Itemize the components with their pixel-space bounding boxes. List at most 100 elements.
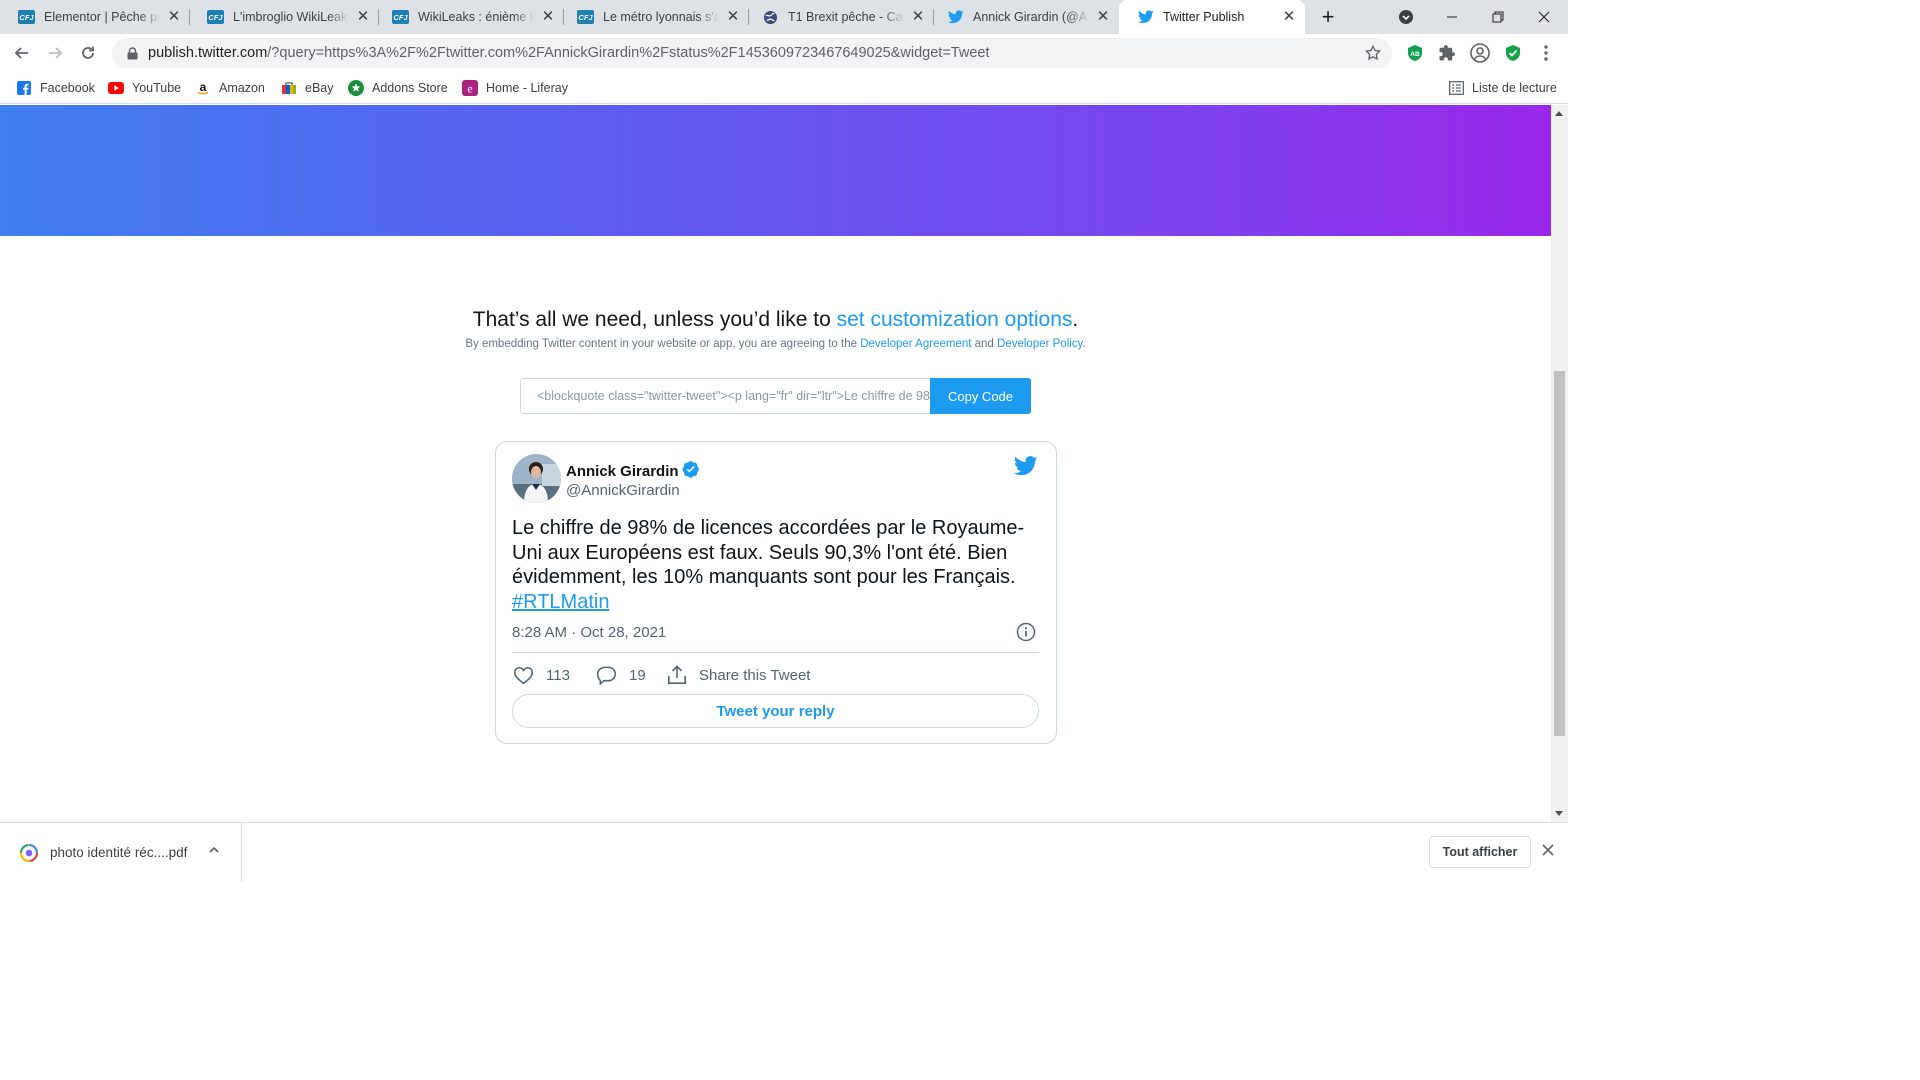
close-tab-icon[interactable]: ✕: [540, 9, 556, 25]
scroll-down-arrow-icon[interactable]: [1555, 811, 1563, 816]
pdf-file-icon: [20, 843, 38, 862]
close-tab-icon[interactable]: ✕: [1095, 9, 1111, 25]
author-handle[interactable]: @AnnickGirardin: [566, 482, 680, 499]
tab-metro[interactable]: CFJ Le métro lyonnais s'accroche ✕: [559, 0, 749, 34]
page-scrollbar[interactable]: [1551, 105, 1568, 822]
tweet-text: Le chiffre de 98% de licences accordées …: [512, 516, 1042, 614]
shield-extension-icon[interactable]: [1503, 43, 1523, 63]
reload-button[interactable]: [74, 39, 102, 67]
twitter-icon: [947, 10, 964, 25]
addons-icon: [348, 80, 364, 96]
restore-icon: [1492, 11, 1504, 23]
bookmark-amazon[interactable]: a Amazon: [195, 78, 265, 98]
close-window-button[interactable]: [1521, 0, 1567, 34]
bookmark-home-liferay[interactable]: e Home - Liferay: [462, 78, 568, 98]
tab-title: Annick Girardin (@AnnickGirardin): [973, 10, 1089, 24]
tweet-divider: [512, 652, 1039, 653]
download-file-name: photo identité réc....pdf: [50, 845, 188, 860]
close-tab-icon[interactable]: ✕: [166, 9, 182, 25]
customization-options-link[interactable]: set customization options: [837, 308, 1073, 331]
cfj-icon: CFJ: [392, 10, 409, 25]
tweet-card[interactable]: Annick Girardin @AnnickGirardin Le chiff…: [495, 441, 1057, 744]
minimize-button[interactable]: [1429, 0, 1475, 34]
youtube-icon: [108, 80, 124, 96]
hashtag-link[interactable]: #RTLMatin: [512, 590, 1042, 615]
verified-badge-icon: [681, 460, 700, 482]
tab-strip: CFJ Elementor | Pêche post-Brexit : la F…: [0, 0, 1568, 34]
tab-brexit-capture[interactable]: T1 Brexit pêche - Capture ✕: [744, 0, 934, 34]
developer-policy-link[interactable]: Developer Policy: [997, 338, 1082, 350]
liferay-icon: e: [462, 80, 478, 96]
tab-search-button[interactable]: [1383, 0, 1429, 34]
reply-count-button[interactable]: 19: [596, 665, 646, 685]
reload-icon: [82, 46, 94, 59]
tab-wikileaks[interactable]: CFJ WikiLeaks : énième tentative ✕: [374, 0, 564, 34]
avatar[interactable]: [512, 454, 561, 503]
reading-list-icon: [1448, 80, 1464, 96]
tab-title: T1 Brexit pêche - Capture: [788, 10, 904, 24]
tweet-timestamp[interactable]: 8:28 AM · Oct 28, 2021: [512, 624, 666, 641]
bookmark-facebook[interactable]: Facebook: [16, 78, 95, 98]
close-tab-icon[interactable]: ✕: [1281, 9, 1297, 25]
close-tab-icon[interactable]: ✕: [725, 9, 741, 25]
bookmark-addons-store[interactable]: Addons Store: [348, 78, 448, 98]
tab-title: Elementor | Pêche post-Brexit : la Franc…: [44, 10, 160, 24]
minimize-icon: [1447, 16, 1457, 18]
copy-code-button[interactable]: Copy Code: [930, 378, 1031, 414]
tab-imbroglio[interactable]: CFJ L'imbroglio WikiLeaks ✕: [189, 0, 379, 34]
close-tab-icon[interactable]: ✕: [910, 9, 926, 25]
scroll-up-arrow-icon[interactable]: [1555, 111, 1563, 116]
profile-avatar-icon[interactable]: [1470, 43, 1490, 63]
address-bar[interactable]: publish.twitter.com/?query=https%3A%2F%2…: [112, 38, 1392, 68]
svg-text:AB: AB: [1410, 51, 1420, 58]
developer-agreement-link[interactable]: Developer Agreement: [860, 338, 971, 350]
download-item[interactable]: photo identité réc....pdf: [0, 823, 242, 882]
menu-kebab-icon[interactable]: [1536, 43, 1556, 63]
back-button[interactable]: [8, 39, 36, 67]
twitter-bird-icon[interactable]: [1013, 456, 1038, 481]
bookmark-star-icon[interactable]: [1364, 44, 1382, 67]
bookmark-ebay[interactable]: eBay: [281, 78, 334, 98]
tab-twitter-publish[interactable]: Twitter Publish ✕: [1119, 0, 1305, 34]
comment-icon: [596, 666, 617, 685]
like-count: 113: [546, 666, 570, 684]
tab-title: WikiLeaks : énième tentative: [418, 10, 534, 24]
adblock-extension-icon[interactable]: AB: [1405, 43, 1425, 63]
scroll-thumb[interactable]: [1554, 371, 1565, 736]
author-name[interactable]: Annick Girardin: [566, 460, 700, 482]
cfj-icon: CFJ: [577, 10, 594, 25]
show-all-downloads-button[interactable]: Tout afficher: [1429, 836, 1531, 868]
url-text: publish.twitter.com/?query=https%3A%2F%2…: [148, 45, 990, 61]
forward-button[interactable]: [41, 39, 69, 67]
close-tab-icon[interactable]: ✕: [355, 9, 371, 25]
svg-text:a: a: [200, 81, 207, 94]
chevron-up-icon[interactable]: [208, 844, 220, 856]
embed-code-field[interactable]: [520, 378, 931, 414]
like-button[interactable]: 113: [513, 665, 570, 685]
heart-icon: [513, 666, 534, 685]
hero-banner: [0, 105, 1551, 236]
tab-title: Le métro lyonnais s'accroche: [603, 10, 719, 24]
bookmark-youtube[interactable]: YouTube: [108, 78, 181, 98]
restore-button[interactable]: [1475, 0, 1521, 34]
chevron-down-icon: [1399, 10, 1413, 24]
tweet-your-reply-button[interactable]: Tweet your reply: [512, 694, 1039, 728]
cfj-icon: CFJ: [18, 10, 35, 25]
download-bar: photo identité réc....pdf Tout afficher: [0, 822, 1568, 882]
info-icon[interactable]: [1016, 622, 1036, 647]
lock-icon: [124, 45, 140, 61]
close-icon: [1538, 11, 1550, 23]
share-tweet-button[interactable]: Share this Tweet: [667, 665, 810, 685]
facebook-icon: [16, 80, 32, 96]
page-heading: That’s all we need, unless you’d like to…: [472, 308, 1079, 331]
extensions-puzzle-icon[interactable]: [1437, 43, 1457, 63]
tab-elementor[interactable]: CFJ Elementor | Pêche post-Brexit : la F…: [0, 0, 190, 34]
tab-annick-girardin[interactable]: Annick Girardin (@AnnickGirardin) ✕: [929, 0, 1119, 34]
close-icon[interactable]: [1541, 843, 1555, 857]
back-arrow-icon: [14, 47, 28, 59]
twitter-icon: [1137, 10, 1154, 25]
bookmarks-bar: Facebook YouTube a Amazon eBay Addons St…: [0, 72, 1568, 104]
reading-list-button[interactable]: Liste de lecture: [1448, 78, 1557, 98]
new-tab-button[interactable]: +: [1305, 0, 1351, 34]
tab-title: L'imbroglio WikiLeaks: [233, 10, 349, 24]
